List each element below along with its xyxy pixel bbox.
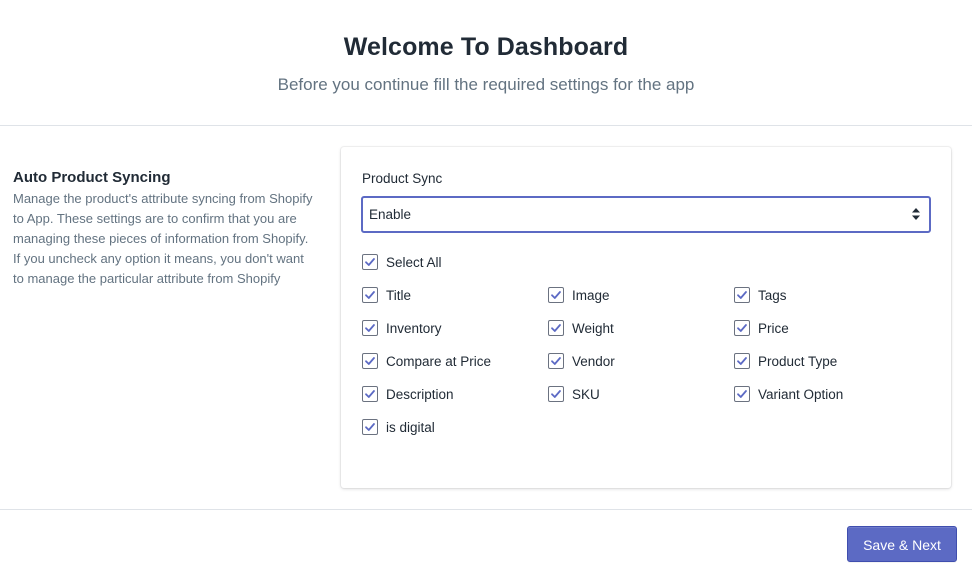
checkbox-label: Vendor xyxy=(572,353,615,369)
checkbox-weight[interactable]: Weight xyxy=(548,320,614,336)
checkbox-label: Product Type xyxy=(758,353,838,369)
checkbox-checked-icon[interactable] xyxy=(548,287,564,303)
checkbox-label: Variant Option xyxy=(758,386,844,402)
product-sync-selected-value: Enable xyxy=(369,207,412,222)
page-subtitle: Before you continue fill the required se… xyxy=(277,75,695,94)
section-title: Auto Product Syncing xyxy=(13,169,171,186)
checkbox-checked-icon[interactable] xyxy=(734,287,750,303)
checkbox-tags[interactable]: Tags xyxy=(734,287,787,303)
checkbox-select-all[interactable]: Select All xyxy=(362,254,442,270)
checkbox-label: Title xyxy=(386,287,412,303)
checkbox-title[interactable]: Title xyxy=(362,287,411,303)
checkbox-label: Inventory xyxy=(386,320,442,336)
section-text: Manage the product's attribute syncing f… xyxy=(13,191,313,286)
checkbox-label: Price xyxy=(758,320,789,336)
checkbox-checked-icon[interactable] xyxy=(734,320,750,336)
select-arrows-icon xyxy=(912,208,920,220)
checkbox-label: SKU xyxy=(572,386,600,402)
checkbox-sku[interactable]: SKU xyxy=(548,386,600,402)
checkbox-label: is digital xyxy=(386,419,435,435)
checkbox-product-type[interactable]: Product Type xyxy=(734,353,837,369)
checkbox-inventory[interactable]: Inventory xyxy=(362,320,442,336)
checkbox-label: Select All xyxy=(386,254,442,270)
checkbox-checked-icon[interactable] xyxy=(734,353,750,369)
save-next-button[interactable]: Save & Next xyxy=(847,526,957,562)
footer-divider xyxy=(0,509,972,510)
checkbox-checked-icon[interactable] xyxy=(548,320,564,336)
checkbox-label: Compare at Price xyxy=(386,353,492,369)
checkbox-is-digital[interactable]: is digital xyxy=(362,419,435,435)
checkbox-price[interactable]: Price xyxy=(734,320,789,336)
checkbox-variant-option[interactable]: Variant Option xyxy=(734,386,843,402)
settings-card: Product Sync Enable Select All Title Ima… xyxy=(341,147,951,488)
checkbox-checked-icon[interactable] xyxy=(362,353,378,369)
checkbox-checked-icon[interactable] xyxy=(548,353,564,369)
checkbox-checked-icon[interactable] xyxy=(548,386,564,402)
checkbox-description[interactable]: Description xyxy=(362,386,454,402)
checkbox-label: Tags xyxy=(758,287,787,303)
checkbox-label: Weight xyxy=(572,320,614,336)
checkbox-label: Image xyxy=(572,287,610,303)
checkbox-label: Description xyxy=(386,386,454,402)
section-description: Auto Product Syncing Manage the product'… xyxy=(13,169,313,289)
checkbox-checked-icon[interactable] xyxy=(362,287,378,303)
checkbox-checked-icon[interactable] xyxy=(362,419,378,435)
checkbox-checked-icon[interactable] xyxy=(362,254,378,270)
checkbox-image[interactable]: Image xyxy=(548,287,610,303)
page-header: Welcome To Dashboard Before you continue… xyxy=(0,0,972,126)
checkbox-vendor[interactable]: Vendor xyxy=(548,353,615,369)
checkbox-compare-at-price[interactable]: Compare at Price xyxy=(362,353,491,369)
product-sync-label: Product Sync xyxy=(362,171,443,186)
checkbox-checked-icon[interactable] xyxy=(362,386,378,402)
checkbox-checked-icon[interactable] xyxy=(734,386,750,402)
product-sync-select[interactable]: Enable xyxy=(361,196,931,233)
page-title: Welcome To Dashboard xyxy=(343,33,629,61)
checkbox-checked-icon[interactable] xyxy=(362,320,378,336)
